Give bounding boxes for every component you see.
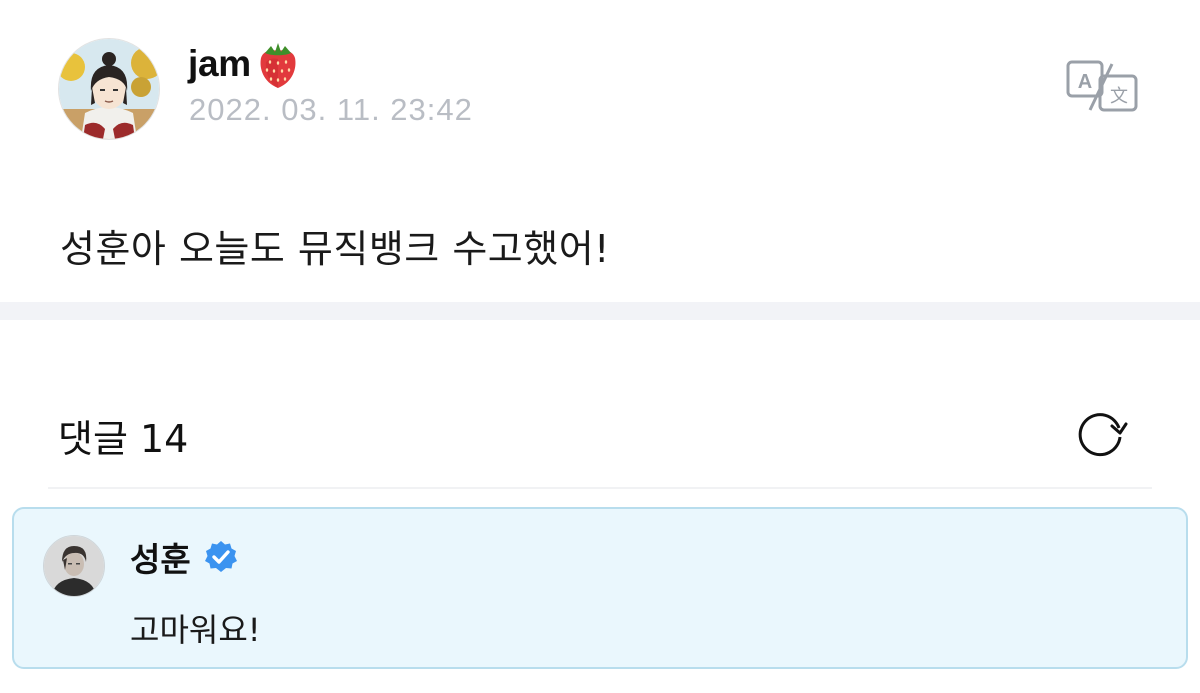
section-divider: [0, 302, 1200, 320]
post-text: 성훈아 오늘도 뮤직뱅크 수고했어!: [60, 227, 610, 271]
post-page: jam 2022. 03. 11. 23:42 A 文 성훈아 오늘도 뮤직뱅크…: [0, 0, 1200, 693]
strawberry-icon: [260, 43, 296, 88]
commenter-name[interactable]: 성훈: [130, 533, 191, 581]
comment-item[interactable]: 성훈 고마워요!: [12, 507, 1188, 669]
author-avatar[interactable]: [58, 38, 160, 140]
author-name[interactable]: jam: [188, 43, 251, 85]
svg-text:A: A: [1078, 71, 1092, 93]
commenter-avatar[interactable]: [43, 535, 105, 597]
post-header: jam 2022. 03. 11. 23:42 A 文 성훈아 오늘도 뮤직뱅크…: [0, 0, 1200, 300]
post-timestamp: 2022. 03. 11. 23:42: [189, 92, 473, 127]
author-avatar-illustration: [59, 39, 159, 139]
commenter-avatar-photo: [44, 536, 104, 596]
svg-text:文: 文: [1110, 86, 1128, 107]
comments-count-title: 댓글 14: [58, 417, 189, 461]
comments-divider: [48, 487, 1152, 489]
verified-badge-icon: [204, 541, 237, 572]
author-row: jam: [188, 36, 301, 92]
comment-text: 고마워요!: [130, 611, 261, 649]
commenter-row: 성훈: [130, 529, 239, 585]
refresh-icon[interactable]: [1071, 404, 1129, 462]
translate-icon[interactable]: A 文: [1066, 58, 1138, 114]
